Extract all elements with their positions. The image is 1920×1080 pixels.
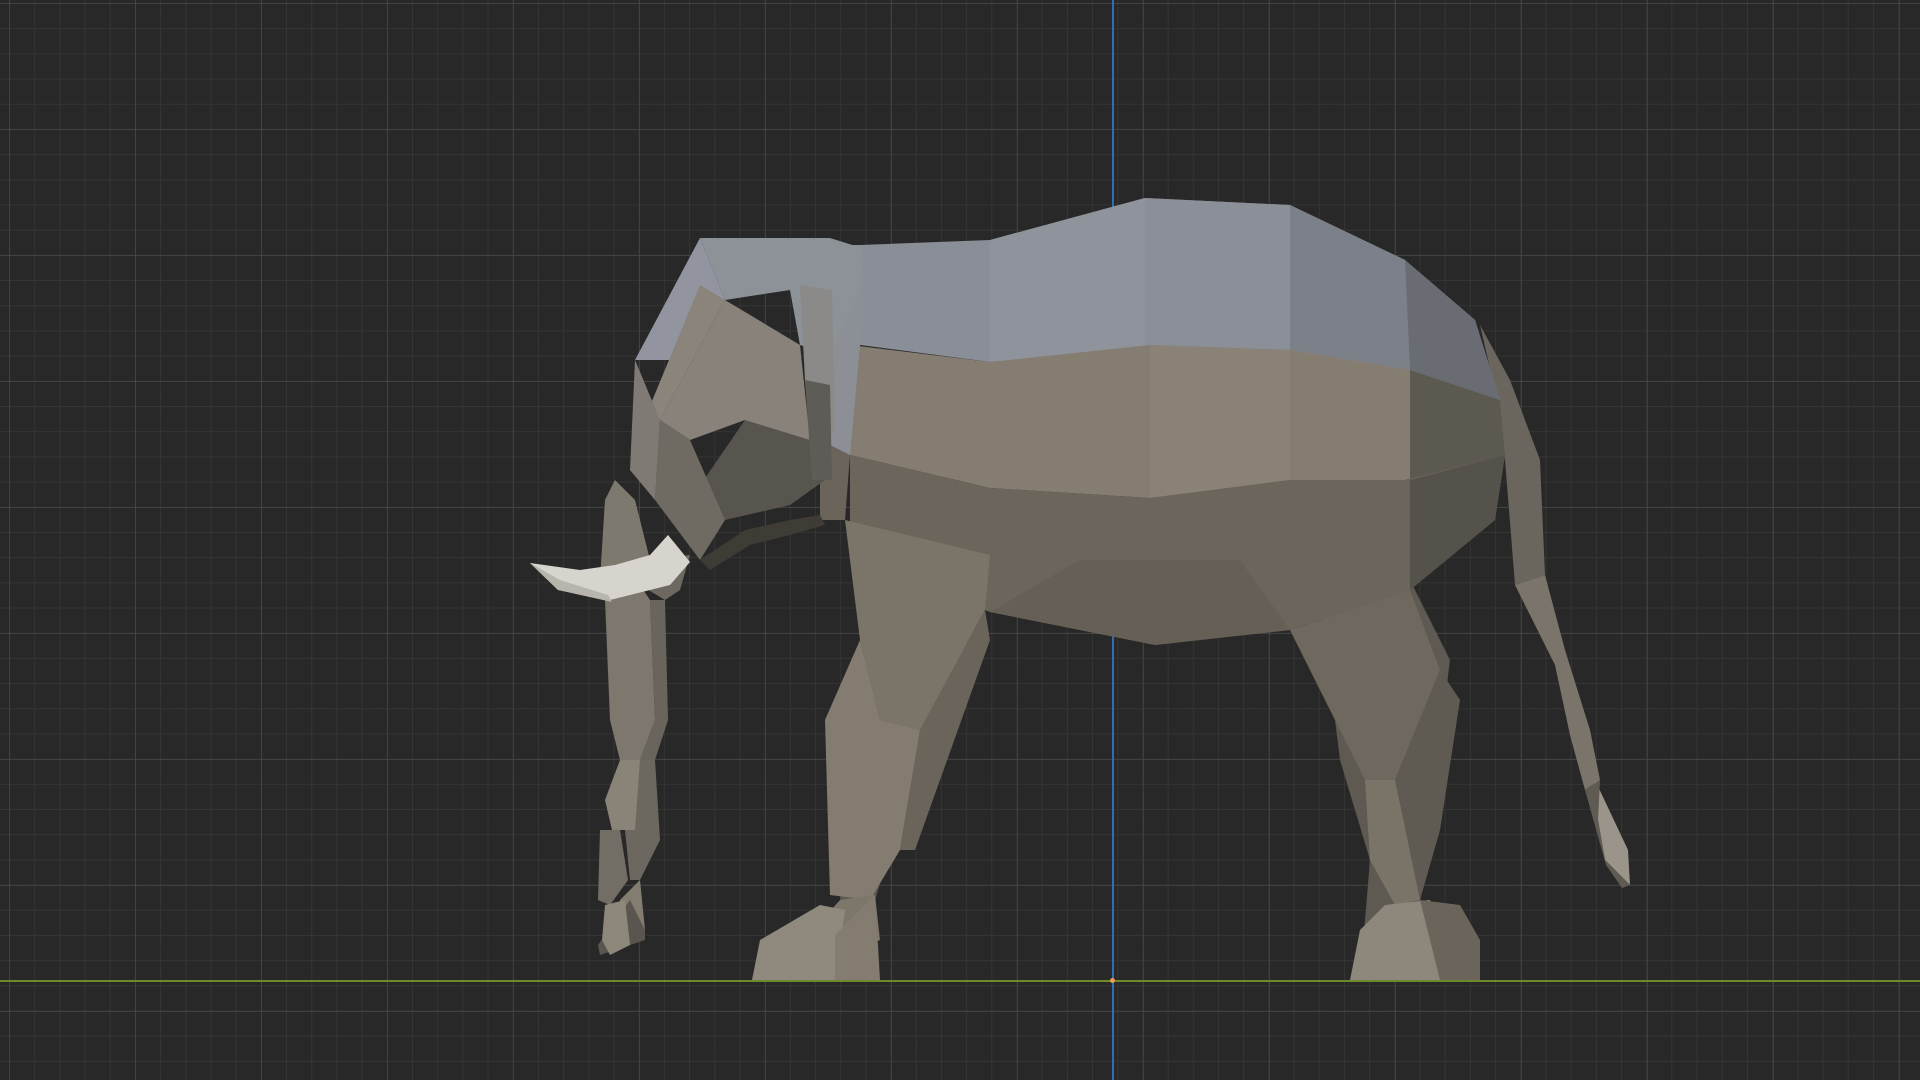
near-hind-leg <box>1290 590 1480 980</box>
near-front-leg <box>752 520 990 980</box>
elephant-mesh[interactable] <box>0 0 1920 1080</box>
origin-point <box>1110 978 1115 983</box>
head <box>630 238 862 570</box>
tail <box>1480 325 1630 888</box>
3d-viewport[interactable] <box>0 0 1920 1080</box>
